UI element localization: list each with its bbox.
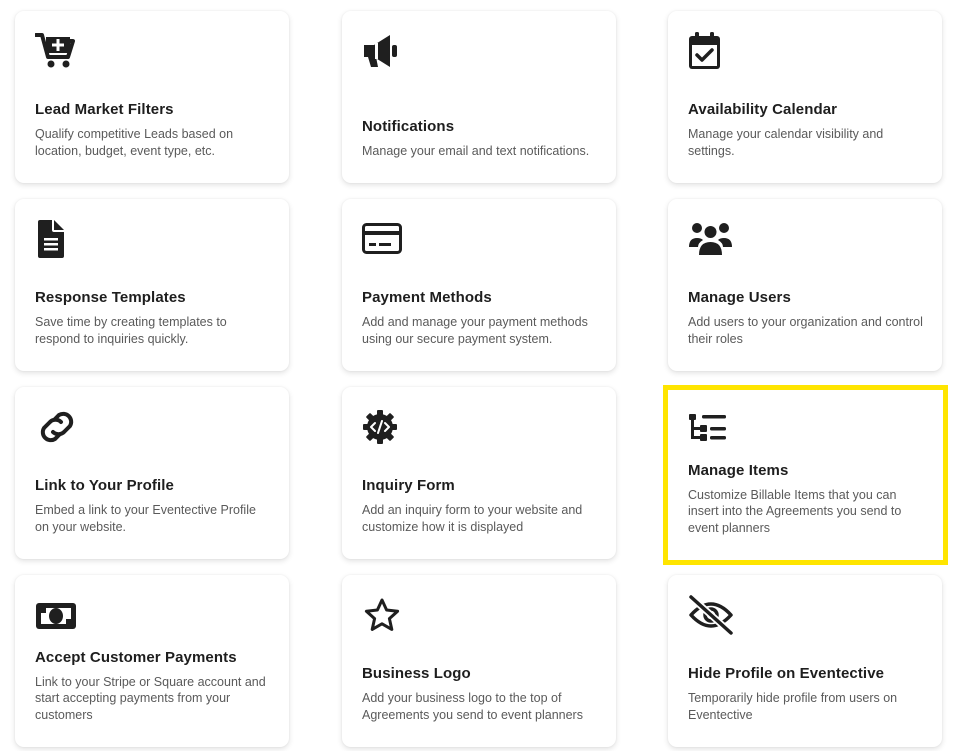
card-title: Manage Users	[688, 289, 791, 306]
card-manage-users[interactable]: Manage Users Add users to your organizat…	[668, 199, 942, 371]
credit-card-icon	[362, 219, 406, 259]
calendar-check-icon	[688, 31, 732, 71]
card-description: Embed a link to your Eventective Profile…	[35, 503, 256, 534]
card-title: Manage Items	[688, 461, 789, 479]
settings-grid: Lead Market Filters Qualify competitive …	[0, 0, 954, 751]
card-title: Hide Profile on Eventective	[688, 665, 885, 682]
card-description: Add an inquiry form to your website and …	[362, 503, 583, 534]
card-manage-items[interactable]: Manage Items Customize Billable Items th…	[663, 385, 948, 565]
money-bill-icon	[35, 595, 79, 635]
card-hide-profile-on-eventective[interactable]: Hide Profile on Eventective Temporarily …	[668, 575, 942, 747]
card-description: Add users to your organization and contr…	[688, 315, 923, 346]
link-icon	[35, 407, 79, 447]
eye-slash-icon	[688, 595, 735, 635]
list-tree-icon	[688, 410, 732, 450]
card-title: Payment Methods	[362, 289, 492, 306]
card-availability-calendar[interactable]: Availability Calendar Manage your calend…	[668, 11, 942, 183]
card-description: Add your business logo to the top of Agr…	[362, 691, 583, 722]
card-accept-customer-payments[interactable]: Accept Customer Payments Link to your St…	[15, 575, 289, 747]
card-title: Lead Market Filters	[35, 101, 174, 118]
card-description: Qualify competitive Leads based on locat…	[35, 127, 234, 158]
card-title: Notifications	[362, 117, 455, 135]
card-description: Customize Billable Items that you can in…	[688, 487, 902, 535]
card-response-templates[interactable]: Response Templates Save time by creating…	[15, 199, 289, 371]
card-payment-methods[interactable]: Payment Methods Add and manage your paym…	[342, 199, 616, 371]
card-title: Link to Your Profile	[35, 477, 174, 494]
card-business-logo[interactable]: Business Logo Add your business logo to …	[342, 575, 616, 747]
card-title: Business Logo	[362, 665, 471, 682]
card-lead-market-filters[interactable]: Lead Market Filters Qualify competitive …	[15, 11, 289, 183]
card-description: Add and manage your payment methods usin…	[362, 315, 588, 346]
star-icon	[362, 595, 406, 635]
card-title: Inquiry Form	[362, 477, 455, 494]
card-notifications[interactable]: Notifications Manage your email and text…	[342, 11, 616, 183]
card-description: Manage your email and text notifications…	[362, 143, 590, 158]
megaphone-icon	[362, 31, 406, 71]
card-description: Link to your Stripe or Square account an…	[35, 674, 266, 722]
card-description: Save time by creating templates to respo…	[35, 315, 227, 346]
gear-code-icon	[362, 407, 406, 447]
card-title: Accept Customer Payments	[35, 648, 237, 666]
card-link-to-your-profile[interactable]: Link to Your Profile Embed a link to you…	[15, 387, 289, 559]
cart-plus-icon	[35, 31, 79, 71]
file-lines-icon	[35, 219, 79, 259]
card-inquiry-form[interactable]: Inquiry Form Add an inquiry form to your…	[342, 387, 616, 559]
card-description: Temporarily hide profile from users on E…	[688, 691, 898, 722]
users-icon	[688, 219, 732, 259]
card-description: Manage your calendar visibility and sett…	[688, 127, 884, 158]
card-title: Response Templates	[35, 289, 186, 306]
card-title: Availability Calendar	[688, 101, 838, 118]
